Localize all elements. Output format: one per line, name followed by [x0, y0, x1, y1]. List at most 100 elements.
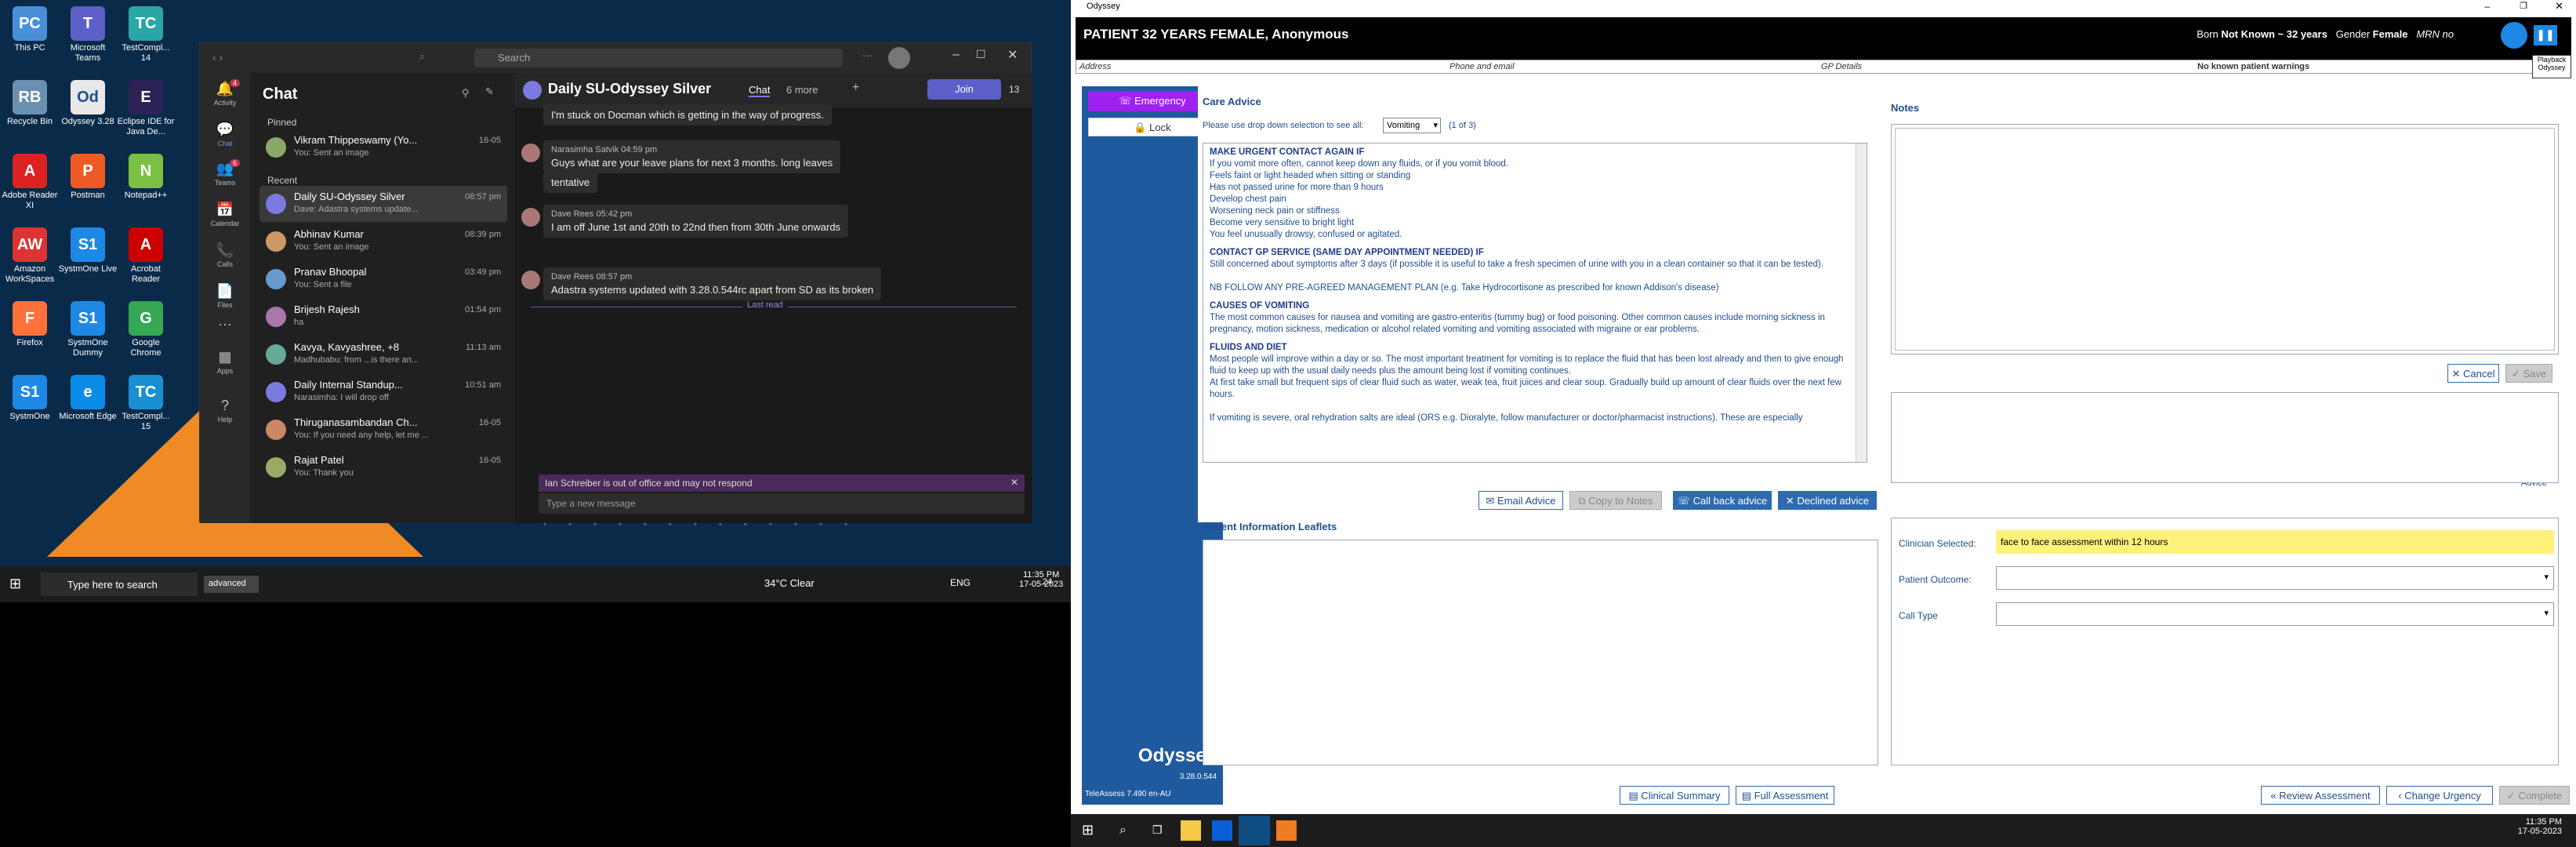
participants-count[interactable]: 13: [1009, 84, 1019, 95]
teams-search-input[interactable]: Search: [474, 49, 843, 67]
clinician-selected-field[interactable]: face to face assessment within 12 hours: [1996, 530, 2554, 554]
updates-icon[interactable]: ◦: [819, 520, 822, 529]
chat-list-item[interactable]: Pranav Bhoopal You: Sent a file 03:49 pm: [259, 261, 507, 297]
advice-text-box[interactable]: MAKE URGENT CONTACT AGAIN IF If you vomit…: [1203, 143, 1867, 463]
rail-chat[interactable]: 💬 Chat: [200, 122, 250, 147]
desktop-icon[interactable]: TC TestCompl... 15: [116, 375, 176, 432]
more-options-icon[interactable]: ···: [862, 49, 873, 61]
declined-advice-button[interactable]: ✕ Declined advice: [1778, 491, 1877, 510]
desktop-icon[interactable]: N Notepad++: [116, 154, 176, 201]
desktop-icon[interactable]: Od Odyssey 3.28: [58, 80, 118, 127]
call-type-select[interactable]: ▾: [1996, 602, 2554, 626]
rail-calendar[interactable]: 📅 Calendar: [200, 202, 250, 227]
rail-more[interactable]: ···: [200, 316, 250, 334]
desktop-icon[interactable]: A Adobe Reader XI: [0, 154, 60, 211]
clock[interactable]: 11:35 PM 17-05-2023: [1019, 570, 1063, 589]
full-assessment-button[interactable]: ▤ Full Assessment: [1736, 786, 1834, 805]
add-tab-icon[interactable]: +: [852, 81, 859, 95]
desktop-icon[interactable]: S1 SystmOne Live: [58, 227, 118, 274]
weather-text[interactable]: 34°C Clear: [764, 577, 815, 589]
chat-list-item[interactable]: Vikram Thippeswamy (Yo... You: Sent an im…: [259, 129, 507, 165]
gif-icon[interactable]: ◦: [669, 520, 672, 529]
desktop-icon[interactable]: S1 SystmOne: [0, 375, 60, 422]
chat-list-item[interactable]: Daily SU-Odyssey Silver Dave: Adastra sys…: [259, 186, 507, 222]
clock[interactable]: 11:35 PM 17-05-2023: [2518, 817, 2562, 836]
advice-topic-select[interactable]: Vomiting ▾: [1383, 118, 1441, 133]
minimize-icon[interactable]: –: [2484, 1, 2490, 12]
notification-count[interactable]: 24: [1043, 577, 1052, 587]
loop-icon[interactable]: ◦: [619, 520, 622, 529]
secondary-notes-box[interactable]: [1891, 392, 2559, 483]
chat-list-item[interactable]: Daily Internal Standup... Narasimha: I wi…: [259, 374, 507, 410]
close-banner-icon[interactable]: ✕: [1010, 477, 1018, 488]
rail-help[interactable]: ? Help: [200, 398, 250, 424]
cancel-button[interactable]: ✕ Cancel: [2447, 364, 2499, 383]
schedule-icon[interactable]: ◦: [744, 520, 747, 529]
rail-apps[interactable]: ▦ Apps: [200, 349, 250, 375]
email-advice-button[interactable]: ✉ Email Advice: [1478, 491, 1563, 510]
back-icon[interactable]: ‹ ›: [212, 51, 223, 64]
review-assessment-button[interactable]: « Review Assessment: [2261, 786, 2380, 805]
call-back-advice-button[interactable]: ☏ Call back advice: [1673, 491, 1772, 510]
taskbar-badge[interactable]: advanced: [204, 576, 259, 593]
desktop-icon[interactable]: P Postman: [58, 154, 118, 201]
start-icon[interactable]: ⊞: [1082, 822, 1094, 838]
desktop-icon[interactable]: E Eclipse IDE for Java De...: [116, 80, 176, 137]
close-icon[interactable]: ✕: [2555, 0, 2563, 13]
odyssey-taskbar-icon[interactable]: [1239, 816, 1270, 845]
search-icon[interactable]: ⌕: [1119, 823, 1127, 838]
address-label[interactable]: Address: [1079, 62, 1111, 71]
meet-icon[interactable]: ◦: [719, 520, 722, 529]
advice-scrollbar[interactable]: [1856, 144, 1867, 462]
join-button[interactable]: Join: [927, 79, 1001, 100]
save-button[interactable]: ✓ Save: [2505, 364, 2552, 383]
chat-list-item[interactable]: Abhinav Kumar You: Sent an image 08:39 pm: [259, 224, 507, 260]
format-icon[interactable]: ◦: [543, 520, 546, 529]
patient-outcome-select[interactable]: ▾: [1996, 566, 2554, 590]
clinical-summary-button[interactable]: ▤ Clinical Summary: [1620, 786, 1729, 805]
pause-icon[interactable]: ❚❚: [2534, 25, 2557, 45]
app-taskbar-icon[interactable]: [1276, 820, 1297, 841]
emoji-icon[interactable]: ◦: [644, 520, 647, 529]
desktop-icon[interactable]: e Microsoft Edge: [58, 375, 118, 422]
priority-icon[interactable]: ◦: [568, 520, 571, 529]
remote-desktop-icon[interactable]: [1212, 820, 1232, 841]
start-icon[interactable]: ⊞: [9, 576, 21, 592]
chat-list-item[interactable]: Brijesh Rajesh ha 01:54 pm: [259, 299, 507, 335]
chat-list-item[interactable]: Rajat Patel You: Thank you 16-05: [259, 449, 507, 485]
chat-list-item[interactable]: Kavya, Kavyashree, +8 Madhubabu: from ...…: [259, 336, 507, 373]
phone-label[interactable]: Phone and email: [1449, 62, 1515, 71]
more-icon[interactable]: ◦: [844, 520, 847, 529]
compose-input[interactable]: Type a new message: [539, 493, 1025, 514]
desktop-icon[interactable]: F Firefox: [0, 301, 60, 348]
chat-list-item[interactable]: Thiruganasambandan Ch... You: If you need…: [259, 412, 507, 448]
minimize-icon[interactable]: –: [952, 48, 960, 62]
avatar[interactable]: [888, 47, 910, 69]
tab-more[interactable]: 6 more: [786, 84, 818, 96]
language-text[interactable]: ENG: [950, 577, 971, 588]
sticker-icon[interactable]: ◦: [694, 520, 697, 529]
filter-icon[interactable]: ⚲: [462, 87, 470, 100]
new-chat-icon[interactable]: ✎: [485, 85, 494, 98]
desktop-icon[interactable]: G Google Chrome: [116, 301, 176, 358]
desktop-icon[interactable]: A Acrobat Reader: [116, 227, 176, 285]
change-urgency-button[interactable]: ‹ Change Urgency: [2386, 786, 2493, 805]
desktop-icon[interactable]: TC TestCompl... 14: [116, 6, 176, 64]
close-icon[interactable]: ✕: [1007, 47, 1018, 63]
patient-leaflets-box[interactable]: [1203, 540, 1878, 765]
tab-chat[interactable]: Chat: [749, 84, 771, 97]
taskbar-search-input[interactable]: Type here to search: [41, 573, 198, 596]
notes-input[interactable]: [1895, 128, 2555, 351]
approvals-icon[interactable]: ◦: [794, 520, 797, 529]
desktop-icon[interactable]: T Microsoft Teams: [58, 6, 118, 64]
copy-to-notes-button[interactable]: ⧉ Copy to Notes: [1569, 491, 1662, 510]
rail-teams[interactable]: 👥 Teams 6: [200, 159, 250, 187]
praise-icon[interactable]: ◦: [769, 520, 772, 529]
maximize-icon[interactable]: ☐: [976, 48, 986, 61]
rail-calls[interactable]: 📞 Calls: [200, 242, 250, 268]
restore-icon[interactable]: ❐: [2520, 1, 2527, 11]
task-view-icon[interactable]: ❐: [1152, 823, 1163, 837]
gp-details-label[interactable]: GP Details: [1821, 62, 1862, 71]
rail-files[interactable]: 📄 Files: [200, 283, 250, 309]
complete-button[interactable]: ✓ Complete: [2499, 786, 2570, 805]
